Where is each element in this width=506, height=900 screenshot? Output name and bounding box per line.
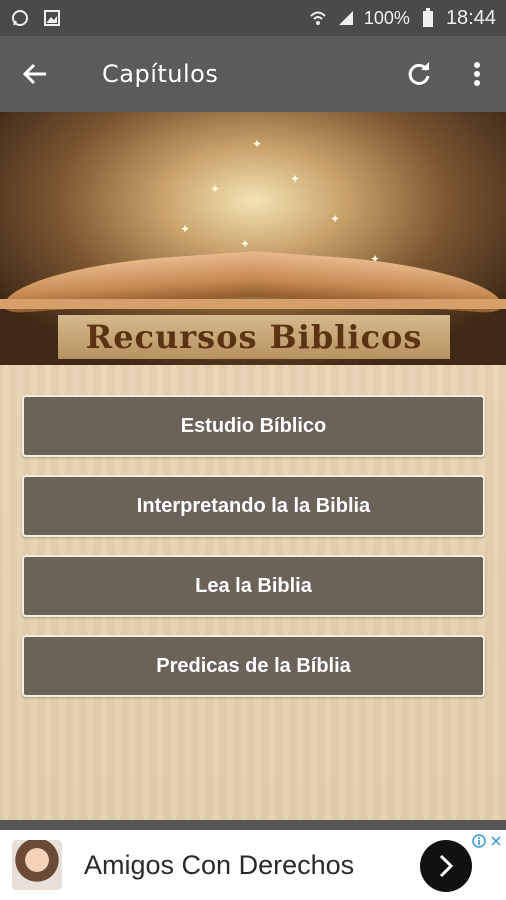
image-icon xyxy=(42,8,62,28)
divider-strip xyxy=(0,820,506,830)
ad-thumbnail[interactable] xyxy=(12,840,62,890)
ad-text[interactable]: Amigos Con Derechos xyxy=(84,850,354,881)
open-book-base xyxy=(0,299,506,309)
info-icon[interactable] xyxy=(472,834,486,848)
banner-logo: Recursos Biblicos xyxy=(58,315,450,359)
menu-button-interpretando-la-biblia[interactable]: Interpretando la la Biblia xyxy=(22,475,485,537)
overflow-menu-button[interactable] xyxy=(448,36,506,112)
clock: 18:44 xyxy=(445,6,496,29)
whatsapp-icon xyxy=(10,8,30,28)
close-icon[interactable] xyxy=(490,834,502,848)
app-bar: Capítulos xyxy=(0,36,506,112)
battery-icon xyxy=(418,8,438,28)
ad-open-button[interactable] xyxy=(420,840,472,892)
header-banner-image: ✦ ✦ ✦ ✦ ✦ ✦ ✦ ✦ ✦ Recursos Biblicos xyxy=(0,112,506,365)
more-vert-icon xyxy=(474,62,480,86)
refresh-button[interactable] xyxy=(390,36,448,112)
back-button[interactable] xyxy=(0,36,70,112)
signal-icon xyxy=(336,8,356,28)
chevron-right-icon xyxy=(439,854,454,878)
page-title: Capítulos xyxy=(102,60,219,88)
menu-button-lea-la-biblia[interactable]: Lea la Biblia xyxy=(22,555,485,617)
battery-level: 100% xyxy=(363,7,410,28)
menu-button-predicas-de-la-biblia[interactable]: Predicas de la Bíblia xyxy=(22,635,485,697)
menu-button-estudio-biblico[interactable]: Estudio Bíblico xyxy=(22,395,485,457)
status-bar: 100% 18:44 xyxy=(0,0,506,36)
wifi-icon xyxy=(308,8,328,28)
refresh-icon xyxy=(408,62,430,85)
ad-banner[interactable]: Amigos Con Derechos xyxy=(0,830,506,900)
back-arrow-icon xyxy=(22,63,46,85)
